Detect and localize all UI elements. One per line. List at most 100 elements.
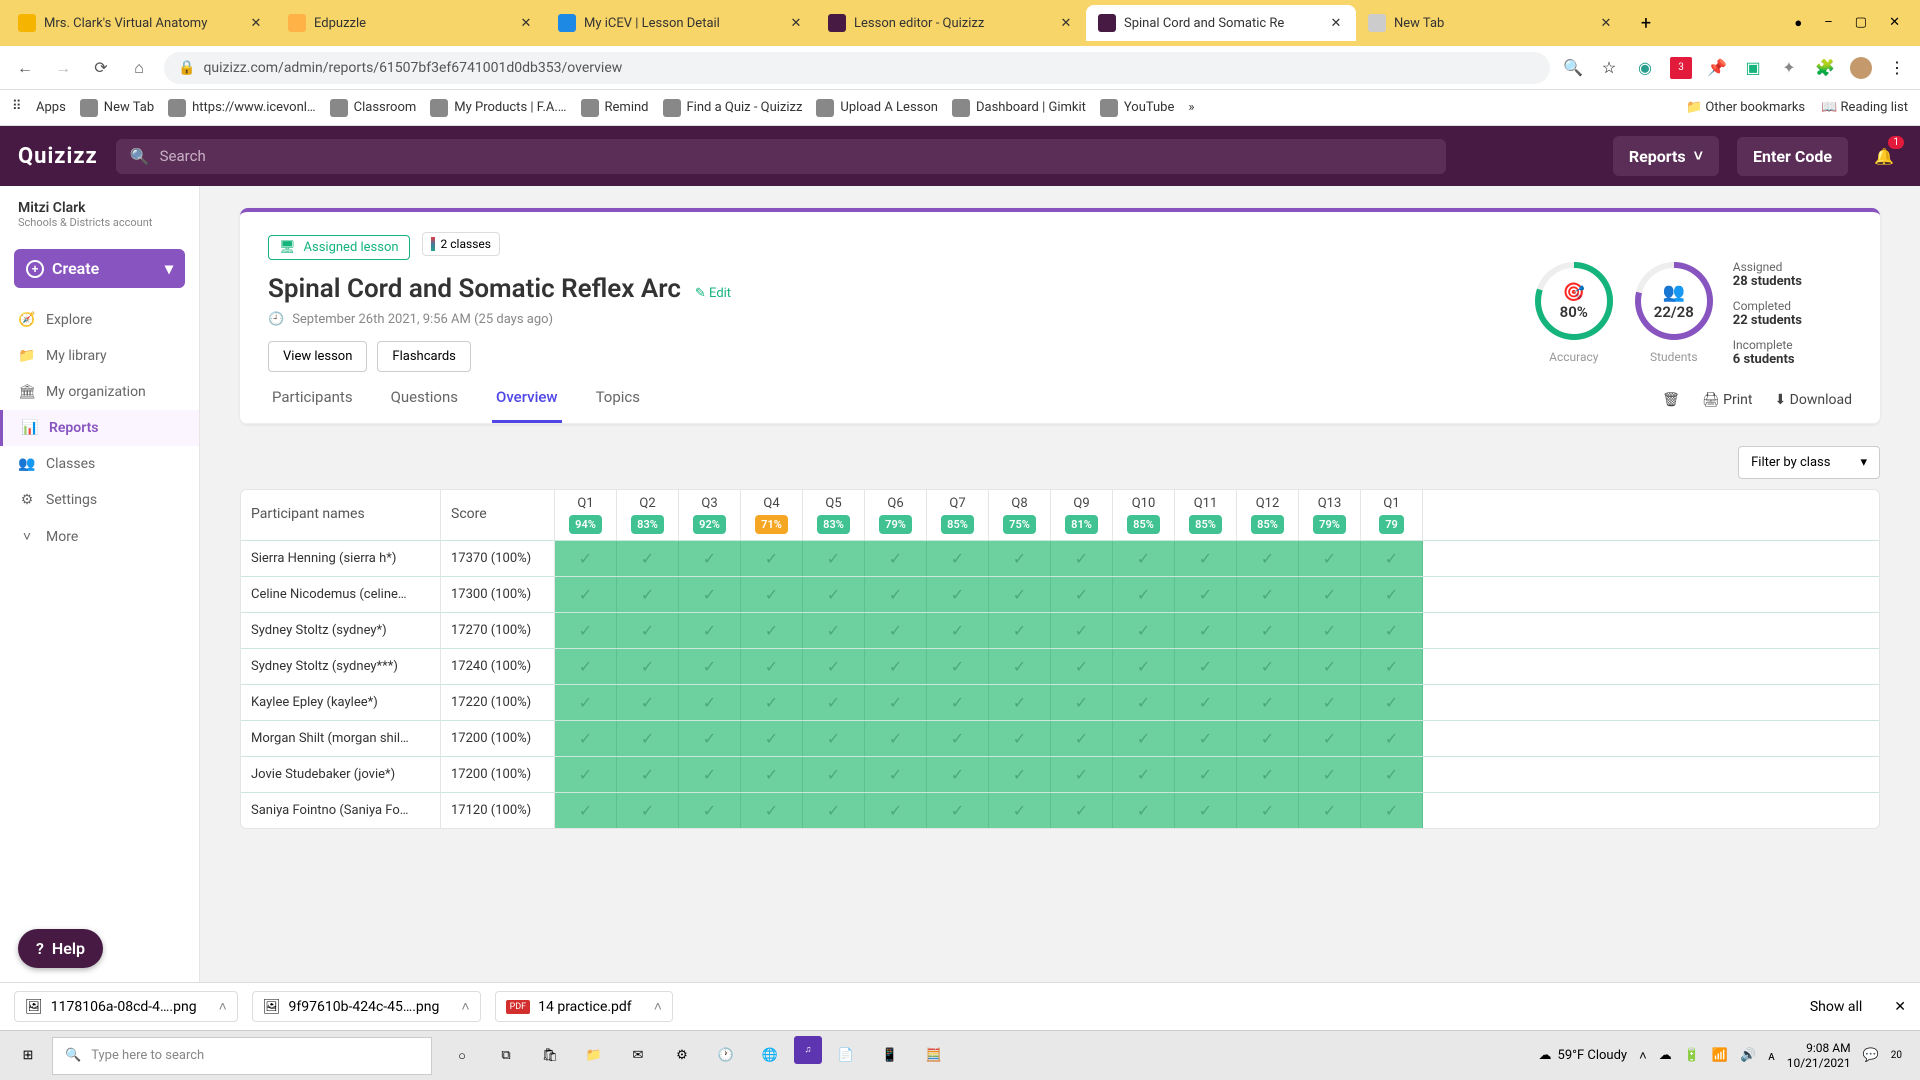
answer-cell[interactable]: ✓: [927, 649, 989, 684]
answer-cell[interactable]: ✓: [1299, 577, 1361, 612]
question-header[interactable]: Q679%: [865, 490, 926, 540]
answer-cell[interactable]: ✓: [555, 793, 617, 828]
answer-cell[interactable]: ✓: [741, 577, 803, 612]
answer-cell[interactable]: ✓: [555, 577, 617, 612]
participant-name[interactable]: Saniya Fointno (Saniya Fo…: [241, 793, 440, 828]
chrome-menu-icon[interactable]: ⋮: [1886, 57, 1908, 79]
answer-cell[interactable]: ✓: [1051, 649, 1113, 684]
answer-cell[interactable]: ✓: [679, 541, 741, 576]
answer-cell[interactable]: ✓: [865, 757, 927, 792]
answer-cell[interactable]: ✓: [1113, 721, 1175, 756]
bookmark-item[interactable]: My Products | F.A.…: [430, 99, 566, 117]
answer-cell[interactable]: ✓: [679, 757, 741, 792]
clock[interactable]: 9:08 AM 10/21/2021: [1787, 1041, 1851, 1070]
download-item[interactable]: 🖼1178106a-08cd-4….png˄: [14, 991, 238, 1022]
question-header[interactable]: Q194%: [555, 490, 616, 540]
other-bookmarks[interactable]: 📁 Other bookmarks: [1686, 100, 1805, 115]
flashcards-button[interactable]: Flashcards: [377, 341, 471, 372]
answer-cell[interactable]: ✓: [1361, 541, 1423, 576]
answer-cell[interactable]: ✓: [555, 613, 617, 648]
answer-cell[interactable]: ✓: [803, 685, 865, 720]
answer-cell[interactable]: ✓: [1175, 721, 1237, 756]
answer-cell[interactable]: ✓: [555, 721, 617, 756]
browser-tab[interactable]: New Tab✕: [1356, 5, 1626, 41]
answer-cell[interactable]: ✓: [1175, 649, 1237, 684]
task-view-icon[interactable]: ⧉: [486, 1036, 526, 1076]
create-button[interactable]: + Create ▾: [14, 249, 185, 288]
close-window-button[interactable]: ✕: [1889, 15, 1900, 31]
sidebar-item-more[interactable]: ˅More: [0, 518, 199, 555]
answer-cell[interactable]: ✓: [679, 793, 741, 828]
new-tab-button[interactable]: +: [1632, 9, 1660, 37]
back-button[interactable]: ←: [12, 55, 38, 81]
mail-icon[interactable]: ✉: [618, 1036, 658, 1076]
sidebar-item-classes[interactable]: 👥Classes: [0, 446, 199, 482]
reading-list[interactable]: 📖 Reading list: [1821, 100, 1908, 115]
answer-cell[interactable]: ✓: [803, 757, 865, 792]
app-icon-3[interactable]: 📱: [870, 1036, 910, 1076]
close-icon[interactable]: ✕: [1598, 15, 1614, 31]
browser-tab[interactable]: Spinal Cord and Somatic Re✕: [1086, 5, 1356, 41]
answer-cell[interactable]: ✓: [1361, 649, 1423, 684]
answer-cell[interactable]: ✓: [927, 757, 989, 792]
zoom-icon[interactable]: 🔍: [1562, 57, 1584, 79]
answer-cell[interactable]: ✓: [927, 613, 989, 648]
answer-cell[interactable]: ✓: [741, 757, 803, 792]
browser-tab[interactable]: Edpuzzle✕: [276, 5, 546, 41]
user-block[interactable]: Mitzi Clark Schools & Districts account: [0, 200, 199, 243]
answer-cell[interactable]: ✓: [989, 757, 1051, 792]
delete-button[interactable]: 🗑: [1662, 392, 1680, 408]
participant-name[interactable]: Celine Nicodemus (celine…: [241, 577, 440, 612]
answer-cell[interactable]: ✓: [1361, 721, 1423, 756]
sidebar-item-explore[interactable]: 🧭Explore: [0, 302, 199, 338]
store-icon[interactable]: 🛍: [530, 1036, 570, 1076]
answer-cell[interactable]: ✓: [1175, 757, 1237, 792]
answer-cell[interactable]: ✓: [617, 649, 679, 684]
download-item[interactable]: 🖼9f97610b-424c-45….png˄: [252, 991, 481, 1022]
answer-cell[interactable]: ✓: [1237, 793, 1299, 828]
download-button[interactable]: ⬇ Download: [1774, 392, 1852, 408]
answer-cell[interactable]: ✓: [1051, 793, 1113, 828]
answer-cell[interactable]: ✓: [1361, 613, 1423, 648]
question-header[interactable]: Q1285%: [1237, 490, 1298, 540]
tab-questions[interactable]: Questions: [387, 388, 462, 423]
quizizz-logo[interactable]: Quizizz: [18, 144, 98, 169]
answer-cell[interactable]: ✓: [1175, 793, 1237, 828]
answer-cell[interactable]: ✓: [1175, 541, 1237, 576]
show-all-downloads[interactable]: Show all: [1810, 999, 1862, 1015]
answer-cell[interactable]: ✓: [989, 793, 1051, 828]
notifications-bell[interactable]: 🔔 1: [1866, 138, 1902, 174]
participant-name[interactable]: Jovie Studebaker (jovie*): [241, 757, 440, 792]
forward-button[interactable]: →: [50, 55, 76, 81]
settings-icon[interactable]: ⚙: [662, 1036, 702, 1076]
question-header[interactable]: Q785%: [927, 490, 988, 540]
browser-tab[interactable]: Mrs. Clark's Virtual Anatomy✕: [6, 5, 276, 41]
answer-cell[interactable]: ✓: [865, 613, 927, 648]
reports-dropdown[interactable]: Reports ˅: [1613, 136, 1719, 176]
participant-name[interactable]: Sydney Stoltz (sydney***): [241, 649, 440, 684]
answer-cell[interactable]: ✓: [1299, 793, 1361, 828]
answer-cell[interactable]: ✓: [741, 793, 803, 828]
close-icon[interactable]: ✕: [248, 15, 264, 31]
answer-cell[interactable]: ✓: [989, 721, 1051, 756]
bookmark-overflow[interactable]: »: [1188, 100, 1194, 115]
sidebar-item-my-library[interactable]: 📁My library: [0, 338, 199, 374]
answer-cell[interactable]: ✓: [1051, 613, 1113, 648]
star-icon[interactable]: ☆: [1598, 57, 1620, 79]
question-header[interactable]: Q583%: [803, 490, 864, 540]
bookmark-item[interactable]: Classroom: [330, 99, 417, 117]
onedrive-icon[interactable]: ☁: [1659, 1048, 1672, 1063]
question-header[interactable]: Q1379%: [1299, 490, 1360, 540]
browser-tab[interactable]: Lesson editor - Quizizz✕: [816, 5, 1086, 41]
answer-cell[interactable]: ✓: [927, 577, 989, 612]
answer-cell[interactable]: ✓: [927, 541, 989, 576]
app-icon-1[interactable]: 🕐: [706, 1036, 746, 1076]
answer-cell[interactable]: ✓: [989, 685, 1051, 720]
tray-chevron-icon[interactable]: ˄: [1639, 1048, 1647, 1064]
participant-name[interactable]: Sierra Henning (sierra h*): [241, 541, 440, 576]
answer-cell[interactable]: ✓: [1051, 577, 1113, 612]
chevron-up-icon[interactable]: ˄: [654, 998, 662, 1015]
question-header[interactable]: Q1185%: [1175, 490, 1236, 540]
answer-cell[interactable]: ✓: [1113, 613, 1175, 648]
answer-cell[interactable]: ✓: [803, 721, 865, 756]
